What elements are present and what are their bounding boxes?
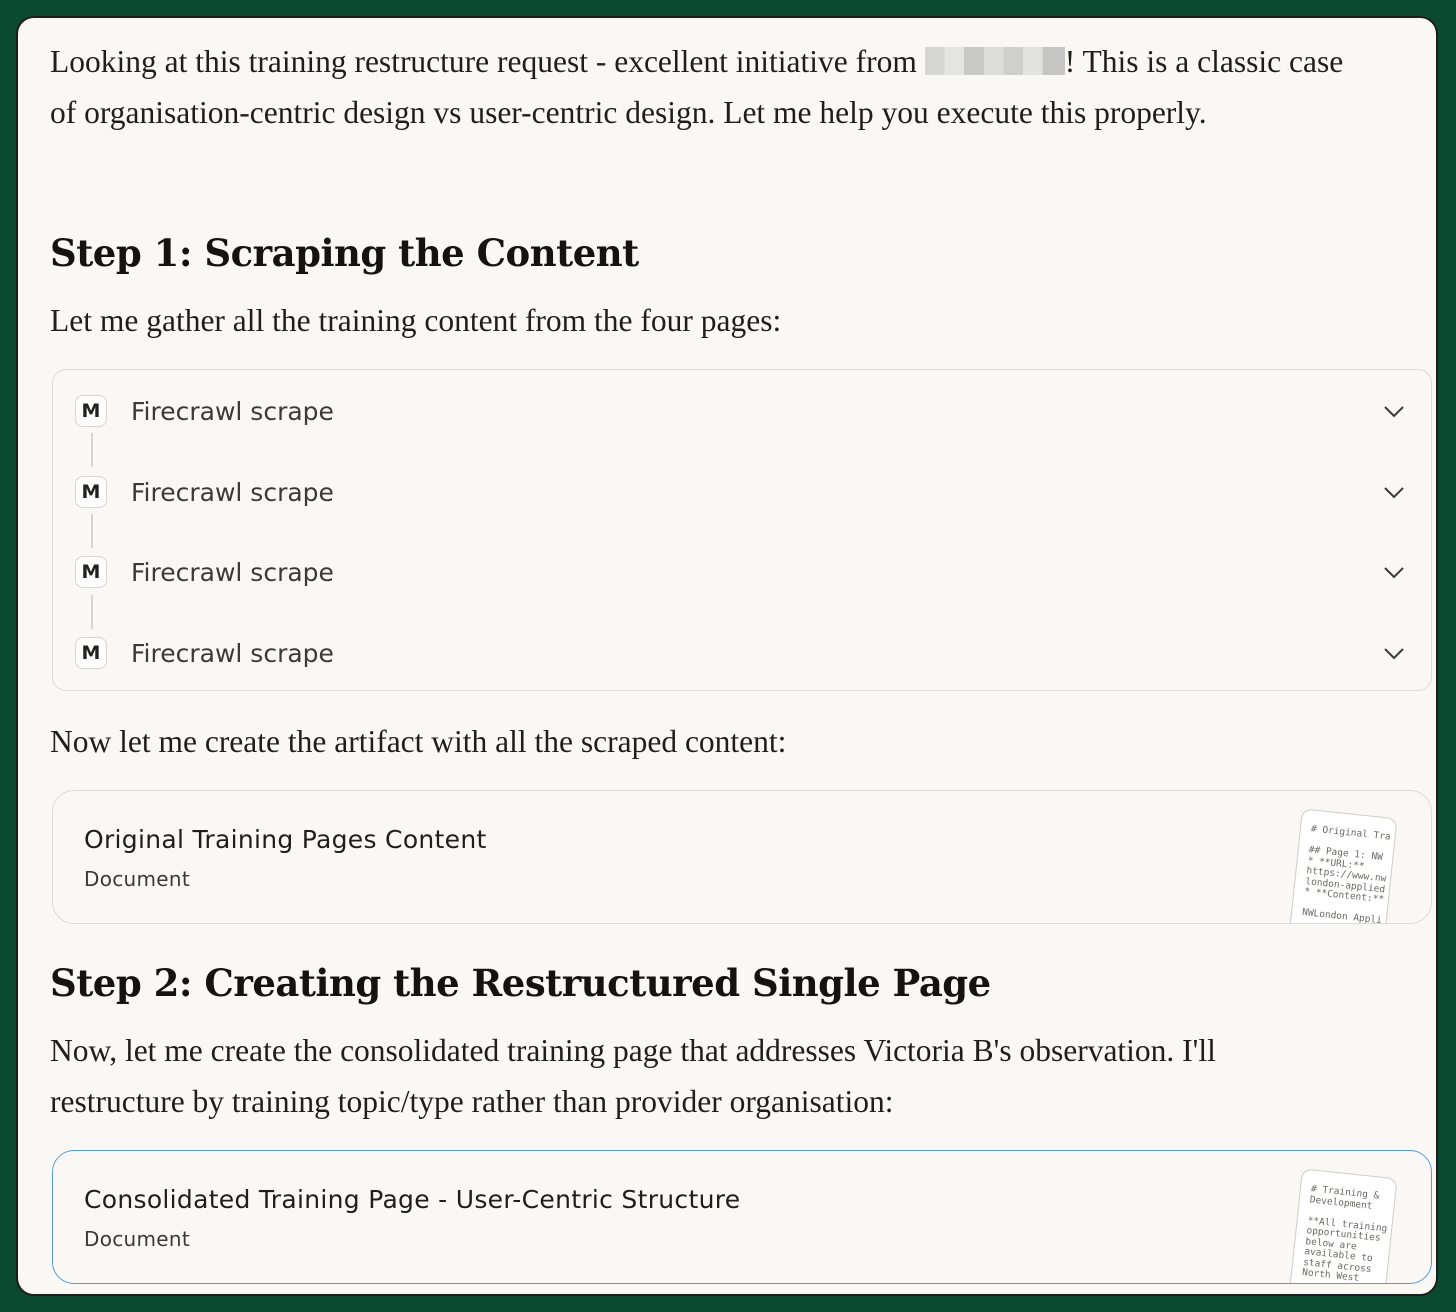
artifact-type: Document [84, 1227, 191, 1251]
chevron-down-icon[interactable] [1383, 400, 1405, 422]
tool-call-label: Firecrawl scrape [131, 638, 334, 668]
tool-connector [91, 514, 93, 548]
artifact-card-original[interactable]: Original Training Pages Content Document… [52, 790, 1432, 924]
artifact-title: Consolidated Training Page - User-Centri… [84, 1185, 741, 1214]
tool-call-row-1[interactable]: M Firecrawl scrape [53, 391, 1431, 431]
chevron-down-icon[interactable] [1383, 642, 1405, 664]
tool-calls-group: M Firecrawl scrape M Firecrawl scrape M … [52, 369, 1432, 691]
mcp-server-icon: M [75, 556, 107, 588]
chat-message-panel: Looking at this training restructure req… [16, 16, 1438, 1296]
step1-lead: Let me gather all the training content f… [50, 303, 782, 338]
tool-call-label: Firecrawl scrape [131, 477, 334, 507]
artifact-type: Document [84, 867, 191, 891]
tool-call-label: Firecrawl scrape [131, 557, 334, 587]
mcp-server-icon: M [75, 637, 107, 669]
mcp-server-icon: M [75, 395, 107, 427]
tool-call-row-3[interactable]: M Firecrawl scrape [53, 552, 1431, 592]
after-tools-text: Now let me create the artifact with all … [50, 724, 787, 759]
tool-connector [91, 595, 93, 629]
artifact-title: Original Training Pages Content [84, 825, 487, 854]
mcp-server-icon: M [75, 476, 107, 508]
step2-lead: Now, let me create the consolidated trai… [50, 1033, 1216, 1119]
intro-paragraph: Looking at this training restructure req… [50, 36, 1350, 138]
step1-heading: Step 1: Scraping the Content [50, 231, 639, 275]
tool-call-row-2[interactable]: M Firecrawl scrape [53, 472, 1431, 512]
intro-text-before: Looking at this training restructure req… [50, 44, 925, 79]
chevron-down-icon[interactable] [1383, 481, 1405, 503]
artifact-card-consolidated[interactable]: Consolidated Training Page - User-Centri… [52, 1150, 1432, 1284]
redacted-name [924, 47, 1065, 75]
tool-connector [91, 433, 93, 467]
document-preview-thumbnail: # Training & Development **All training … [1288, 1168, 1398, 1283]
chevron-down-icon[interactable] [1383, 561, 1405, 583]
tool-call-row-4[interactable]: M Firecrawl scrape [53, 633, 1431, 673]
document-preview-thumbnail: # Original Tra ## Page 1: NW * **URL:** … [1288, 808, 1398, 923]
step2-heading: Step 2: Creating the Restructured Single… [50, 961, 991, 1005]
tool-call-label: Firecrawl scrape [131, 396, 334, 426]
